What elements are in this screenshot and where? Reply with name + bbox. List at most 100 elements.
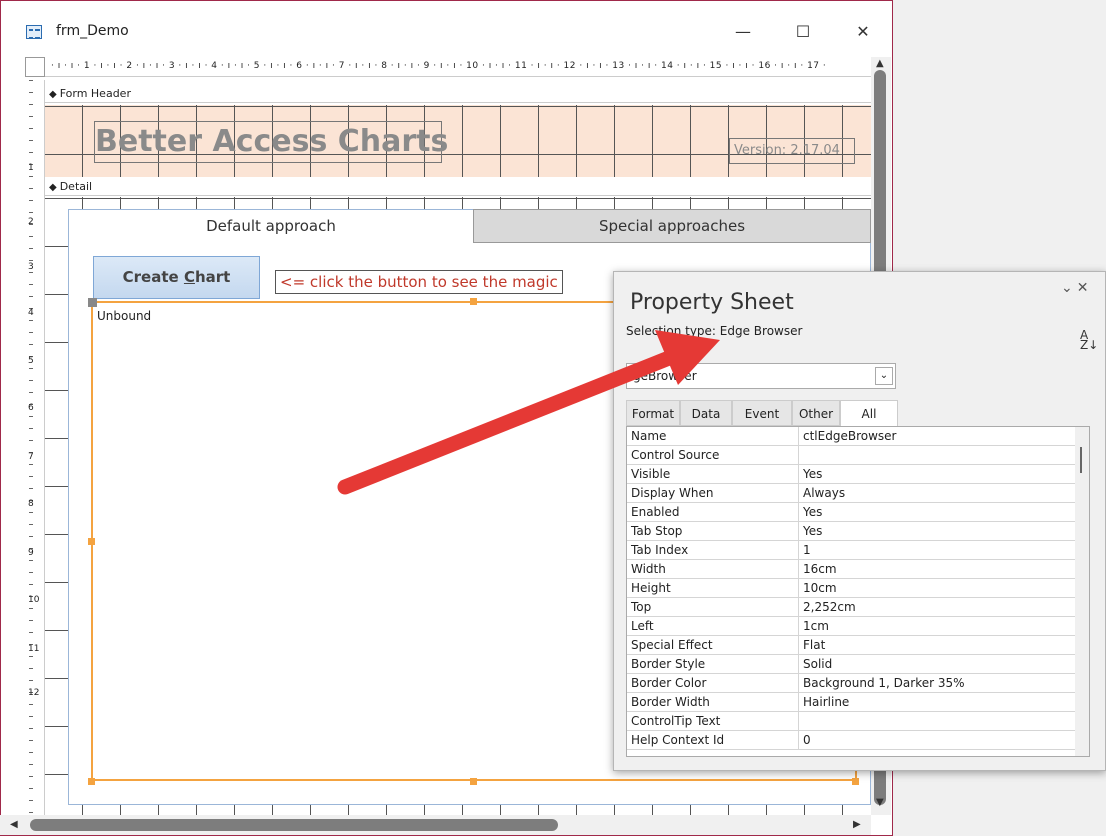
property-row[interactable]: Help Context Id 0 xyxy=(627,731,1075,750)
close-icon[interactable]: ✕ xyxy=(1077,280,1093,296)
ruler-tick xyxy=(29,812,33,813)
scroll-down-icon[interactable]: ▼ xyxy=(876,797,884,808)
ruler-number: 11 xyxy=(28,644,40,654)
property-value[interactable]: 10cm xyxy=(799,579,1075,598)
property-value[interactable] xyxy=(799,446,1075,465)
property-value[interactable]: Yes xyxy=(799,465,1075,484)
ruler-number: 5 xyxy=(28,356,34,366)
property-value[interactable]: 2,252cm xyxy=(799,598,1075,617)
ruler-tick xyxy=(29,464,33,465)
resize-handle-bottom[interactable] xyxy=(470,778,477,785)
property-sheet-title: Property Sheet xyxy=(630,290,794,315)
scroll-left-icon[interactable]: ◀ xyxy=(10,819,18,830)
property-value[interactable]: 0 xyxy=(799,731,1075,750)
control-selector-combo[interactable]: geBrowser ⌄ xyxy=(626,363,896,389)
property-value[interactable] xyxy=(799,712,1075,731)
ruler-tick xyxy=(29,704,33,705)
property-row[interactable]: Display When Always xyxy=(627,484,1075,503)
property-row[interactable]: Height 10cm xyxy=(627,579,1075,598)
property-name: Height xyxy=(627,579,799,598)
move-handle[interactable] xyxy=(88,298,97,307)
ruler-tick xyxy=(29,740,33,741)
property-value[interactable]: Always xyxy=(799,484,1075,503)
property-row[interactable]: Tab Index 1 xyxy=(627,541,1075,560)
app-root: frm_Demo — ☐ ✕ · ı · ı · 1 · ı · ı · 2 ·… xyxy=(0,0,1106,836)
property-tab-all[interactable]: All xyxy=(840,400,898,427)
property-value[interactable]: Flat xyxy=(799,636,1075,655)
property-value[interactable]: Background 1, Darker 35% xyxy=(799,674,1075,693)
ruler-tick xyxy=(29,764,33,765)
ruler-tick xyxy=(29,560,33,561)
property-value[interactable]: 1 xyxy=(799,541,1075,560)
property-name: Special Effect xyxy=(627,636,799,655)
property-scrollbar[interactable] xyxy=(1075,427,1089,756)
create-chart-button[interactable]: Create Chart xyxy=(93,256,260,299)
property-row[interactable]: Border Color Background 1, Darker 35% xyxy=(627,674,1075,693)
form-header-bar[interactable]: ◆ Form Header xyxy=(45,85,871,103)
ruler-tick xyxy=(29,620,33,621)
property-name: ControlTip Text xyxy=(627,712,799,731)
property-tab-data[interactable]: Data xyxy=(680,400,732,426)
property-tab-event[interactable]: Event xyxy=(732,400,792,426)
property-tab-format[interactable]: Format xyxy=(626,400,680,426)
version-label[interactable]: Version: 2.17.04 xyxy=(729,138,855,164)
section-arrow-icon: ◆ xyxy=(49,89,57,100)
close-button[interactable]: ✕ xyxy=(848,17,878,47)
ruler-number: 10 xyxy=(28,595,40,605)
chevron-down-icon[interactable]: ⌄ xyxy=(875,367,893,385)
resize-handle-left[interactable] xyxy=(88,538,95,545)
property-value[interactable]: Solid xyxy=(799,655,1075,674)
property-row[interactable]: Name ctlEdgeBrowser xyxy=(627,427,1075,446)
property-row[interactable]: Width 16cm xyxy=(627,560,1075,579)
ruler-tick xyxy=(29,524,33,525)
property-row[interactable]: Control Source xyxy=(627,446,1075,465)
property-row[interactable]: Border Style Solid xyxy=(627,655,1075,674)
ruler-tick xyxy=(29,512,33,513)
minimize-button[interactable]: — xyxy=(728,17,758,47)
tab-special-approaches[interactable]: Special approaches xyxy=(473,209,871,243)
chevron-down-icon[interactable]: ⌄ xyxy=(1061,280,1077,296)
property-value[interactable]: ctlEdgeBrowser xyxy=(799,427,1075,446)
property-row[interactable]: ControlTip Text xyxy=(627,712,1075,731)
scroll-up-icon[interactable]: ▲ xyxy=(876,58,884,69)
header-title-label[interactable]: Better Access Charts xyxy=(94,121,448,163)
property-tab-other[interactable]: Other xyxy=(792,400,840,426)
property-row[interactable]: Special Effect Flat xyxy=(627,636,1075,655)
scroll-right-icon[interactable]: ▶ xyxy=(853,819,861,830)
ruler-tick xyxy=(29,212,33,213)
window-title: frm_Demo xyxy=(56,23,129,39)
resize-handle-top[interactable] xyxy=(470,298,477,305)
property-row[interactable]: Top 2,252cm xyxy=(627,598,1075,617)
horizontal-scroll-thumb[interactable] xyxy=(30,819,558,831)
property-value[interactable]: Hairline xyxy=(799,693,1075,712)
detail-bar[interactable]: ◆ Detail xyxy=(45,178,871,196)
tab-default-approach[interactable]: Default approach xyxy=(68,209,474,243)
property-value[interactable]: 16cm xyxy=(799,560,1075,579)
sort-az-icon[interactable]: A Z↓ xyxy=(1080,329,1098,351)
ruler-tick xyxy=(29,392,33,393)
resize-handle-bottom-left[interactable] xyxy=(88,778,95,785)
property-scroll-thumb[interactable] xyxy=(1080,447,1082,473)
vertical-ruler[interactable]: 1 2 3 4 5 6 7 8 9 10 11 12 xyxy=(25,80,45,815)
control-selector-value: geBrowser xyxy=(633,369,697,383)
hint-label[interactable]: <= click the button to see the magic xyxy=(275,270,563,294)
property-value[interactable]: Yes xyxy=(799,503,1075,522)
ruler-tick xyxy=(29,476,33,477)
property-value[interactable]: Yes xyxy=(799,522,1075,541)
create-chart-suffix: hart xyxy=(194,268,231,286)
horizontal-ruler[interactable]: · ı · ı · 1 · ı · ı · 2 · ı · ı · 3 · ı … xyxy=(45,57,871,77)
property-row[interactable]: Visible Yes xyxy=(627,465,1075,484)
ruler-tick xyxy=(29,236,33,237)
property-row[interactable]: Border Width Hairline xyxy=(627,693,1075,712)
resize-handle-bottom-right[interactable] xyxy=(852,778,859,785)
property-name: Border Style xyxy=(627,655,799,674)
property-value[interactable]: 1cm xyxy=(799,617,1075,636)
browser-unbound-label: Unbound xyxy=(97,309,152,323)
ruler-tick xyxy=(29,536,33,537)
form-selector[interactable] xyxy=(25,57,45,77)
property-sheet-controls[interactable]: ⌄✕ xyxy=(1061,280,1092,296)
maximize-button[interactable]: ☐ xyxy=(788,17,818,47)
property-row[interactable]: Enabled Yes xyxy=(627,503,1075,522)
property-row[interactable]: Left 1cm xyxy=(627,617,1075,636)
property-row[interactable]: Tab Stop Yes xyxy=(627,522,1075,541)
